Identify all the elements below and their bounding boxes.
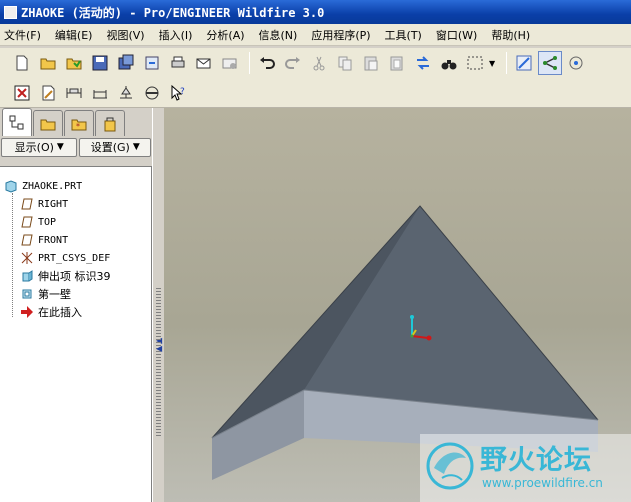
- tab-connections[interactable]: [95, 110, 125, 136]
- svg-text:*: *: [76, 122, 80, 131]
- redo-icon[interactable]: [281, 51, 305, 75]
- edit-definition-icon[interactable]: [36, 81, 60, 105]
- selection-dropdown-chevron-icon[interactable]: ▼: [489, 59, 495, 68]
- menu-help[interactable]: 帮助(H): [491, 27, 530, 43]
- tree-item-shell[interactable]: 第一壁: [20, 285, 71, 303]
- chevron-down-icon: ▼: [56, 142, 64, 152]
- menu-applications[interactable]: 应用程序(P): [311, 27, 370, 43]
- tree-item-label: TOP: [38, 216, 57, 228]
- tree-item-right[interactable]: RIGHT: [20, 195, 68, 213]
- save-icon[interactable]: [88, 51, 112, 75]
- shell-icon: [20, 287, 34, 301]
- open-folder-icon[interactable]: [36, 51, 60, 75]
- tree-connector-line: [12, 193, 13, 317]
- menu-window[interactable]: 窗口(W): [436, 27, 477, 43]
- navigator-controls: 显示(O) ▼ 设置(G) ▼: [0, 136, 152, 158]
- tree-item-extrude[interactable]: 伸出项 标识39: [20, 267, 111, 285]
- tree-item-label: 在此插入: [38, 306, 82, 319]
- mail-attach-icon[interactable]: [218, 51, 242, 75]
- tab-favorites[interactable]: *: [64, 110, 94, 136]
- save-copy-icon[interactable]: [114, 51, 138, 75]
- tree-item-label: 第一壁: [38, 288, 71, 301]
- tree-item-label: RIGHT: [38, 198, 69, 210]
- regenerate-icon[interactable]: [411, 51, 435, 75]
- watermark-title: 野火论坛: [480, 445, 592, 476]
- menu-view[interactable]: 视图(V): [106, 27, 144, 43]
- spin-center-icon[interactable]: [564, 51, 588, 75]
- tab-model-tree[interactable]: [2, 108, 32, 136]
- paste-icon[interactable]: [359, 51, 383, 75]
- datum-plane-icon: [20, 197, 34, 211]
- model-tree: ZHAOKE.PRT RIGHT TOP FRONT PRT_CSYS_DEF …: [0, 166, 152, 502]
- section-icon[interactable]: [140, 81, 164, 105]
- menu-bar: 文件(F) 编辑(E) 视图(V) 插入(I) 分析(A) 信息(N) 应用程序…: [0, 24, 631, 46]
- watermark-logo-icon: [426, 442, 474, 490]
- toolbar-separator: [249, 52, 250, 74]
- tree-item-top[interactable]: TOP: [20, 213, 56, 231]
- menu-tools[interactable]: 工具(T): [385, 27, 422, 43]
- datum-plane-icon: [20, 215, 34, 229]
- datum-toolbar: ?: [0, 78, 631, 108]
- show-dropdown[interactable]: 显示(O) ▼: [1, 137, 78, 157]
- find-binoculars-icon[interactable]: [437, 51, 461, 75]
- main-toolbar: ▼: [0, 48, 631, 78]
- chevron-down-icon: ▼: [132, 142, 140, 152]
- mail-icon[interactable]: [192, 51, 216, 75]
- settings-dropdown-label: 设置(G): [90, 141, 130, 154]
- collapse-left-icon[interactable]: ◀: [156, 345, 162, 353]
- title-bar[interactable]: ZHAOKE (活动的) - Pro/ENGINEER Wildfire 3.0: [0, 0, 631, 24]
- extrude-icon: [20, 269, 34, 283]
- backup-icon[interactable]: [140, 51, 164, 75]
- folder-browser-icon: [40, 119, 56, 130]
- insert-here-arrow-icon: [20, 305, 34, 319]
- datum-plane-icon: [20, 233, 34, 247]
- context-help-icon[interactable]: ?: [166, 81, 190, 105]
- open-session-icon[interactable]: [62, 51, 86, 75]
- menu-analysis[interactable]: 分析(A): [206, 27, 244, 43]
- tab-folder-browser[interactable]: [33, 110, 63, 136]
- copy-icon[interactable]: [333, 51, 357, 75]
- app-icon: [4, 5, 17, 19]
- tree-item-label: ZHAOKE.PRT: [22, 180, 83, 192]
- navigator-tabs: *: [0, 108, 152, 136]
- settings-dropdown[interactable]: 设置(G) ▼: [79, 137, 151, 157]
- show-dropdown-label: 显示(O): [14, 141, 54, 154]
- model-tree-icon: [9, 115, 24, 129]
- new-file-icon[interactable]: [10, 51, 34, 75]
- connections-icon: [104, 117, 116, 131]
- toolbar-separator: [506, 52, 508, 74]
- favorites-icon: *: [71, 119, 87, 131]
- close-window-icon[interactable]: [10, 81, 34, 105]
- watermark-url: www.proewildfire.cn: [482, 476, 603, 490]
- paste-special-icon[interactable]: [385, 51, 409, 75]
- datum-display-icon[interactable]: [538, 51, 563, 75]
- tree-item-part[interactable]: ZHAOKE.PRT: [4, 177, 82, 195]
- csys-icon: [20, 251, 34, 265]
- menu-file[interactable]: 文件(F): [4, 27, 41, 43]
- cut-icon[interactable]: [307, 51, 331, 75]
- tree-item-insert-here[interactable]: 在此插入: [20, 303, 82, 321]
- selection-box-icon[interactable]: [463, 51, 487, 75]
- undo-icon[interactable]: [255, 51, 279, 75]
- dimension-table-icon[interactable]: [88, 81, 112, 105]
- menu-insert[interactable]: 插入(I): [159, 27, 193, 43]
- menu-edit[interactable]: 编辑(E): [55, 27, 93, 43]
- tree-item-label: PRT_CSYS_DEF: [38, 252, 111, 264]
- sketch-tool-icon[interactable]: [512, 51, 536, 75]
- measure-icon[interactable]: [114, 81, 138, 105]
- panel-splitter[interactable]: ◀ ◀: [152, 108, 164, 502]
- splitter-grip[interactable]: [156, 288, 161, 438]
- window-title: ZHAOKE (活动的) - Pro/ENGINEER Wildfire 3.0: [21, 5, 325, 20]
- tree-item-label: FRONT: [38, 234, 69, 246]
- print-icon[interactable]: [166, 51, 190, 75]
- tree-item-csys[interactable]: PRT_CSYS_DEF: [20, 249, 110, 267]
- tree-item-label: 伸出项 标识39: [38, 270, 111, 283]
- menu-info[interactable]: 信息(N): [259, 27, 298, 43]
- dimension-icon[interactable]: [62, 81, 86, 105]
- part-icon: [4, 179, 18, 193]
- svg-text:?: ?: [180, 87, 185, 97]
- tree-item-front[interactable]: FRONT: [20, 231, 68, 249]
